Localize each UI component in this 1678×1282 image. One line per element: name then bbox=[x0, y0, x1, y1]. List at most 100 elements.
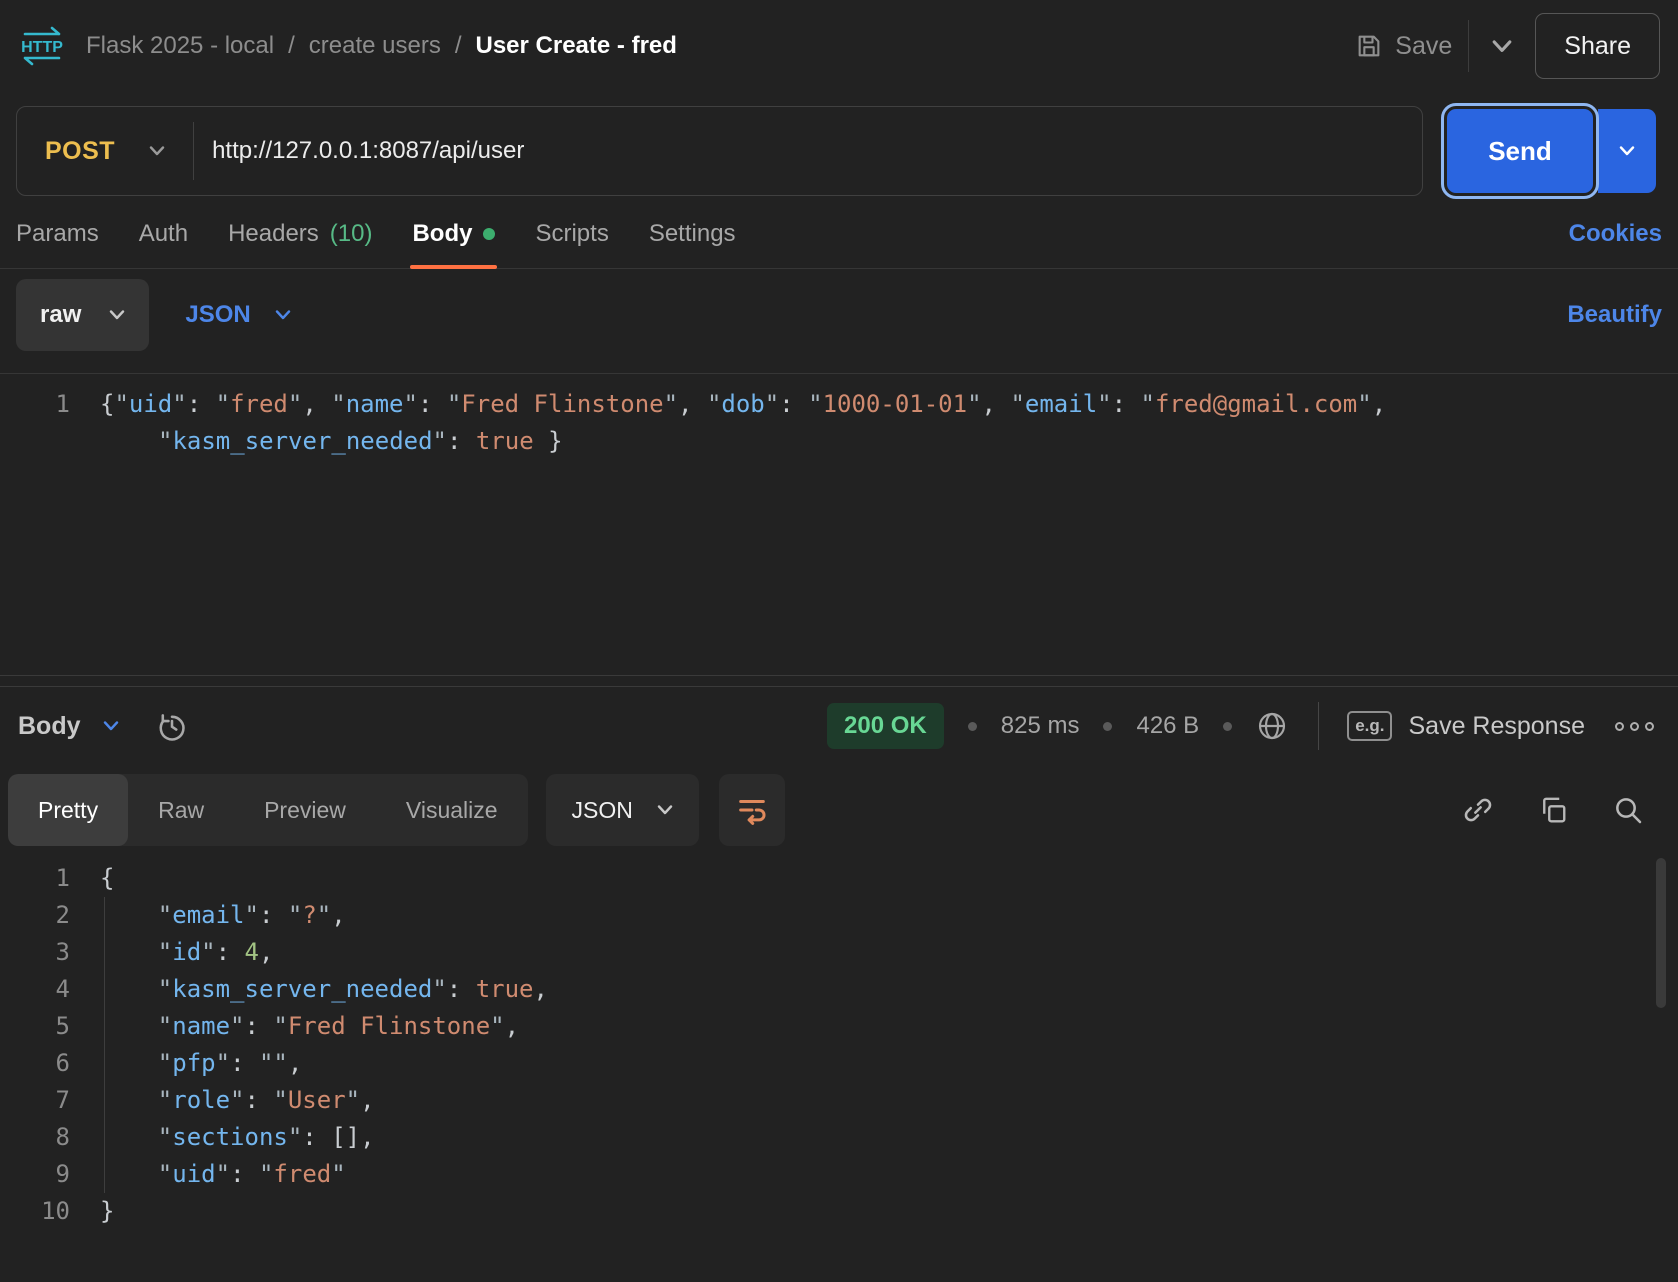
language-label: JSON bbox=[185, 301, 250, 329]
request-tabs: Params Auth Headers(10) Body Scripts Settings… bbox=[0, 220, 1678, 269]
response-body-viewer: 1{2 "email": "?",3 "id": 4,4 "kasm_serve… bbox=[0, 854, 1678, 1258]
tab-body[interactable]: Body bbox=[412, 220, 495, 268]
modified-dot bbox=[483, 228, 495, 240]
tab-params[interactable]: Params bbox=[16, 220, 99, 268]
language-selector[interactable]: JSON bbox=[185, 301, 290, 329]
breadcrumb-item[interactable]: Flask 2025 - local bbox=[86, 32, 274, 60]
svg-text:HTTP: HTTP bbox=[21, 39, 63, 56]
http-request-icon: HTTP bbox=[18, 22, 66, 70]
panel-resize-handle[interactable] bbox=[0, 675, 1678, 687]
wrap-line-icon bbox=[735, 793, 769, 827]
code-line: 7 "role": "User", bbox=[0, 1082, 1662, 1119]
tab-scripts[interactable]: Scripts bbox=[535, 220, 608, 268]
code-line: 9 "uid": "fred" bbox=[0, 1156, 1662, 1193]
cookies-link[interactable]: Cookies bbox=[1569, 220, 1662, 268]
url-input[interactable] bbox=[194, 137, 1422, 165]
code-line-content: } bbox=[70, 1193, 1662, 1230]
send-options-button[interactable] bbox=[1598, 109, 1656, 193]
history-clock-icon bbox=[155, 709, 189, 743]
chevron-down-icon bbox=[657, 805, 673, 815]
line-number: 9 bbox=[0, 1156, 70, 1193]
dot-separator bbox=[968, 722, 977, 731]
request-tabs-list: Params Auth Headers(10) Body Scripts Settings bbox=[16, 220, 736, 268]
tab-label: Scripts bbox=[535, 220, 608, 248]
chevron-down-icon bbox=[149, 146, 165, 156]
code-line-content: {"uid": "fred", "name": "Fred Flinstone"… bbox=[70, 386, 1662, 460]
save-response-label: Save Response bbox=[1408, 712, 1585, 741]
response-tab-preview[interactable]: Preview bbox=[234, 774, 376, 846]
chevron-down-icon bbox=[1619, 146, 1635, 156]
line-number: 10 bbox=[0, 1193, 70, 1230]
beautify-link[interactable]: Beautify bbox=[1567, 301, 1662, 329]
code-line: 1{"uid": "fred", "name": "Fred Flinstone… bbox=[0, 386, 1662, 460]
code-line: 5 "name": "Fred Flinstone", bbox=[0, 1008, 1662, 1045]
response-format-label: JSON bbox=[572, 797, 633, 824]
scrollbar-thumb[interactable] bbox=[1656, 858, 1666, 1008]
code-line: 4 "kasm_server_needed": true, bbox=[0, 971, 1662, 1008]
tab-settings[interactable]: Settings bbox=[649, 220, 736, 268]
code-line: 1{ bbox=[0, 860, 1662, 897]
response-tab-visualize[interactable]: Visualize bbox=[376, 774, 528, 846]
code-line-content: "name": "Fred Flinstone", bbox=[70, 1008, 1662, 1045]
request-header: HTTP Flask 2025 - local/create users/Use… bbox=[0, 0, 1678, 92]
line-number: 3 bbox=[0, 934, 70, 971]
tab-label: Params bbox=[16, 220, 99, 248]
header-actions: Save Share bbox=[1355, 13, 1660, 79]
code-line-content: "email": "?", bbox=[70, 897, 1662, 934]
tab-label: Settings bbox=[649, 220, 736, 248]
send-button[interactable]: Send bbox=[1447, 109, 1593, 193]
line-number: 2 bbox=[0, 897, 70, 934]
circle-dot bbox=[1630, 722, 1639, 731]
body-type-row: raw JSON Beautify bbox=[0, 279, 1678, 351]
dot-separator bbox=[1103, 722, 1112, 731]
breadcrumb: Flask 2025 - local/create users/User Cre… bbox=[86, 32, 677, 60]
save-button[interactable]: Save bbox=[1355, 32, 1452, 61]
line-number: 8 bbox=[0, 1119, 70, 1156]
wrap-line-button[interactable] bbox=[719, 774, 785, 846]
breadcrumb-item[interactable]: create users bbox=[309, 32, 441, 60]
url-row: POST Send bbox=[0, 92, 1678, 196]
network-info-icon[interactable] bbox=[1256, 710, 1288, 742]
status-badge[interactable]: 200 OK bbox=[827, 703, 944, 749]
response-size: 426 B bbox=[1136, 712, 1199, 740]
divider bbox=[1318, 702, 1319, 750]
chevron-down-icon bbox=[1491, 40, 1513, 53]
response-format-selector[interactable]: JSON bbox=[546, 774, 699, 846]
more-options-button[interactable] bbox=[1615, 722, 1654, 731]
response-time: 825 ms bbox=[1001, 712, 1080, 740]
response-view-selector[interactable]: Body bbox=[18, 712, 119, 741]
code-line: 8 "sections": [], bbox=[0, 1119, 1662, 1156]
breadcrumb-current[interactable]: User Create - fred bbox=[476, 32, 677, 60]
line-number: 1 bbox=[0, 386, 70, 460]
save-response-button[interactable]: e.g. Save Response bbox=[1347, 711, 1585, 741]
request-body-editor[interactable]: 1{"uid": "fred", "name": "Fred Flinstone… bbox=[0, 373, 1678, 675]
divider bbox=[1468, 20, 1469, 72]
method-selector[interactable]: POST bbox=[17, 137, 193, 166]
breadcrumb-separator: / bbox=[455, 32, 462, 60]
circle-dot bbox=[1645, 722, 1654, 731]
body-type-selector[interactable]: raw bbox=[16, 279, 149, 351]
link-icon[interactable] bbox=[1462, 794, 1494, 826]
response-tab-pretty[interactable]: Pretty bbox=[8, 774, 128, 846]
circle-dot bbox=[1615, 722, 1624, 731]
code-line: 3 "id": 4, bbox=[0, 934, 1662, 971]
history-button[interactable] bbox=[155, 709, 189, 743]
code-line: 2 "email": "?", bbox=[0, 897, 1662, 934]
tab-label: Body bbox=[412, 220, 472, 248]
response-meta-bar: Body 200 OK 825 ms 426 B e.g. Save Respo… bbox=[0, 687, 1678, 765]
response-tab-raw[interactable]: Raw bbox=[128, 774, 234, 846]
send-split-button: Send bbox=[1441, 106, 1662, 196]
save-options-button[interactable] bbox=[1485, 34, 1519, 59]
tab-headers[interactable]: Headers(10) bbox=[228, 220, 372, 268]
search-icon[interactable] bbox=[1612, 794, 1644, 826]
tab-auth[interactable]: Auth bbox=[139, 220, 188, 268]
method-label: POST bbox=[45, 137, 115, 166]
line-number: 6 bbox=[0, 1045, 70, 1082]
example-icon: e.g. bbox=[1347, 711, 1392, 741]
response-view-label: Body bbox=[18, 712, 81, 741]
indent-guide bbox=[104, 897, 105, 1193]
copy-icon[interactable] bbox=[1538, 795, 1568, 825]
tab-label: Auth bbox=[139, 220, 188, 248]
share-button[interactable]: Share bbox=[1535, 13, 1660, 79]
body-type-label: raw bbox=[40, 301, 81, 329]
